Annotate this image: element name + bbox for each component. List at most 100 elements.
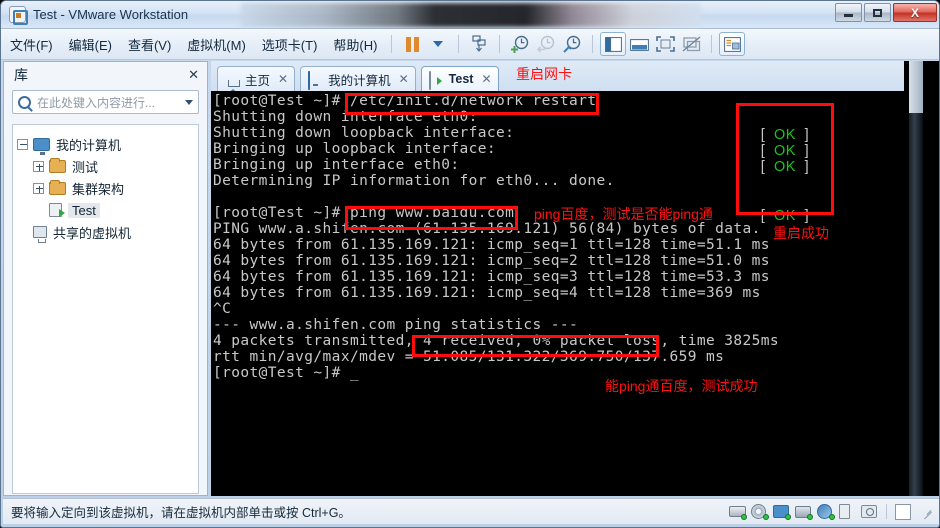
menu-view[interactable]: 查看(V)	[121, 32, 178, 57]
annotation-restart-success: 重启成功	[773, 225, 829, 241]
tree-item-ceshi[interactable]: 测试	[17, 155, 194, 177]
maximize-button[interactable]	[864, 3, 891, 22]
terminal-line: 64 bytes from 61.135.169.121: icmp_seq=1…	[213, 237, 770, 253]
vmware-logo-icon	[9, 6, 28, 25]
annotation-ping-baidu: ping百度，测试是否能ping通	[534, 206, 713, 222]
title-bar: Test - VMware Workstation X	[1, 1, 939, 29]
tree-item-shared-vms[interactable]: 共享的虚拟机	[17, 221, 194, 243]
tab-home[interactable]: 主页 ✕	[217, 66, 296, 96]
pause-icon	[405, 36, 419, 52]
snapshot-manager-button[interactable]	[559, 32, 585, 56]
folder-icon	[49, 179, 66, 195]
terminal-line: 64 bytes from 61.135.169.121: icmp_seq=4…	[213, 285, 761, 301]
expand-expander-icon[interactable]	[33, 182, 44, 194]
folder-icon	[49, 157, 66, 173]
hard-disk-icon[interactable]	[729, 504, 747, 520]
blurred-background-strip	[241, 3, 701, 27]
close-icon[interactable]: ✕	[399, 72, 409, 86]
terminal-line: Determining IP information for eth0... d…	[213, 173, 615, 189]
tab-my-computer[interactable]: 我的计算机 ✕	[300, 66, 416, 91]
tab-label: 主页	[245, 73, 271, 88]
status-device-icons	[729, 504, 933, 520]
console-view-icon	[630, 38, 649, 51]
network-adapter-icon[interactable]	[773, 504, 791, 520]
library-search-box[interactable]: 在此处键入内容进行...	[12, 90, 199, 114]
tree-item-label: 我的计算机	[56, 137, 122, 153]
search-input[interactable]: 在此处键入内容进行...	[37, 94, 185, 111]
terminal-line: Shutting down loopback interface:	[213, 125, 515, 141]
resize-grip[interactable]	[921, 506, 933, 518]
library-tree: 我的计算机 测试 集群架构 Test 共享的虚拟机	[12, 124, 199, 494]
show-console-view-button[interactable]	[626, 32, 652, 56]
pause-dropdown-button[interactable]	[425, 32, 451, 56]
send-ctrl-alt-del-button[interactable]	[466, 32, 492, 56]
tree-item-my-computer[interactable]: 我的计算机	[17, 133, 194, 155]
minimize-icon	[844, 13, 853, 17]
fullscreen-button[interactable]	[652, 32, 678, 56]
collapse-expander-icon[interactable]	[17, 138, 28, 150]
tree-item-label: 共享的虚拟机	[53, 225, 132, 241]
terminal-line: 64 bytes from 61.135.169.121: icmp_seq=3…	[213, 269, 770, 285]
vm-running-icon	[49, 203, 65, 217]
toolbar-separator-1	[391, 35, 393, 53]
tree-item-label: Test	[68, 202, 100, 218]
take-snapshot-button[interactable]	[507, 32, 533, 56]
close-icon[interactable]: ✕	[278, 72, 288, 86]
library-panel: 库 ✕ 在此处键入内容进行... 我的计算机 测试 集群架构 Test 共享的虚…	[3, 61, 208, 496]
minimize-button[interactable]	[835, 3, 862, 22]
close-icon[interactable]: ✕	[481, 72, 491, 86]
close-button[interactable]: X	[893, 3, 937, 22]
expand-expander-icon[interactable]	[33, 160, 44, 172]
tab-test[interactable]: Test ✕	[420, 66, 499, 91]
tree-item-test[interactable]: Test	[17, 199, 194, 221]
menu-edit[interactable]: 编辑(E)	[62, 32, 119, 57]
pause-button[interactable]	[399, 32, 425, 56]
highlight-box-ok-column	[736, 103, 834, 215]
close-icon[interactable]: ✕	[188, 67, 199, 83]
revert-snapshot-button[interactable]	[533, 32, 559, 56]
thumbnail-bar-icon	[724, 36, 741, 52]
outer-scrollbar-track[interactable]	[909, 61, 923, 496]
usb-icon[interactable]	[839, 504, 856, 519]
toolbar-snapshot-group	[507, 32, 585, 56]
monitor-icon	[33, 137, 50, 155]
unity-mode-button[interactable]	[678, 32, 704, 56]
cd-dvd-icon[interactable]	[751, 504, 769, 520]
menu-toolbar: 文件(F) 编辑(E) 查看(V) 虚拟机(M) 选项卡(T) 帮助(H)	[1, 29, 939, 60]
library-header: 库 ✕	[4, 62, 207, 88]
library-panel-icon	[605, 36, 622, 52]
tab-bar: 主页 ✕ 我的计算机 ✕ Test ✕ 重启网卡	[211, 61, 939, 96]
status-bar: 要将输入定向到该虚拟机，请在虚拟机内部单击或按 Ctrl+G。	[3, 498, 939, 524]
window-controls: X	[835, 3, 937, 22]
search-icon	[18, 95, 31, 109]
highlight-box-restart-command	[345, 93, 599, 115]
menu-vm[interactable]: 虚拟机(M)	[180, 32, 253, 57]
tab-label: Test	[448, 72, 474, 86]
show-thumbnail-bar-button[interactable]	[719, 32, 746, 56]
outer-scrollbar-thumb[interactable]	[909, 61, 923, 113]
chevron-down-icon	[433, 41, 444, 47]
printer-icon[interactable]	[795, 504, 813, 520]
snapshot-revert-icon	[536, 35, 555, 53]
terminal-line: Bringing up interface eth0:	[213, 157, 460, 173]
camera-icon[interactable]	[861, 504, 878, 519]
chevron-down-icon[interactable]	[185, 99, 193, 105]
tab-label: 我的计算机	[328, 73, 391, 88]
show-library-button[interactable]	[600, 32, 627, 56]
toolbar-power-group	[399, 32, 451, 56]
highlight-box-packet-loss	[412, 335, 659, 357]
vmware-workstation-window: Test - VMware Workstation X 文件(F) 编辑(E) …	[0, 0, 940, 528]
tree-item-cluster[interactable]: 集群架构	[17, 177, 194, 199]
title-bar-left: Test - VMware Workstation	[1, 6, 188, 25]
sound-card-icon[interactable]	[817, 504, 835, 520]
toolbar-separator-5	[711, 35, 713, 53]
notes-icon[interactable]	[895, 504, 912, 520]
status-message: 要将输入定向到该虚拟机，请在虚拟机内部单击或按 Ctrl+G。	[11, 506, 351, 520]
annotation-restart-nic: 重启网卡	[516, 66, 572, 82]
home-icon	[225, 72, 241, 96]
menu-file[interactable]: 文件(F)	[3, 32, 60, 57]
menu-help[interactable]: 帮助(H)	[326, 32, 384, 57]
menu-tabs[interactable]: 选项卡(T)	[255, 32, 325, 57]
terminal-line: ^C	[213, 301, 232, 317]
monitor-icon	[308, 71, 324, 90]
